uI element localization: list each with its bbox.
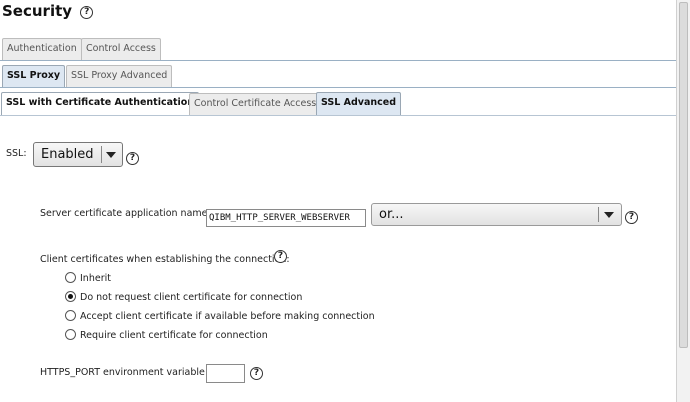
tab-control-certificate-access[interactable]: Control Certificate Access bbox=[189, 93, 322, 115]
https-port-help-icon[interactable]: ? bbox=[250, 367, 263, 380]
vertical-scrollbar[interactable] bbox=[676, 0, 690, 402]
radio-label-do-not-request: Do not request client certificate for co… bbox=[80, 292, 303, 303]
radio-label-inherit: Inherit bbox=[80, 273, 111, 284]
tab-ssl-cert-auth[interactable]: SSL with Certificate Authentication bbox=[1, 92, 200, 116]
tab-label: SSL Proxy bbox=[7, 70, 61, 81]
tab-divider bbox=[0, 115, 676, 116]
tab-ssl-proxy[interactable]: SSL Proxy bbox=[2, 65, 66, 88]
tab-label: SSL Proxy Advanced bbox=[71, 70, 168, 81]
radio-accept-if-available[interactable] bbox=[65, 310, 76, 321]
tab-authentication[interactable]: Authentication bbox=[2, 38, 82, 60]
or-select-value: or... bbox=[379, 207, 404, 222]
scrollbar-thumb[interactable] bbox=[679, 2, 688, 348]
page-title: Security ? bbox=[2, 2, 94, 20]
radio-label-accept-if-available: Accept client certificate if available b… bbox=[80, 311, 375, 322]
server-cert-help-icon[interactable]: ? bbox=[625, 211, 638, 224]
client-certs-label: Client certificates when establishing th… bbox=[40, 254, 290, 265]
ssl-select[interactable]: Enabled bbox=[33, 142, 123, 167]
radio-inherit[interactable] bbox=[65, 272, 76, 283]
client-certs-help-icon[interactable]: ? bbox=[274, 250, 287, 263]
page-title-text: Security bbox=[2, 2, 73, 20]
chevron-down-icon bbox=[106, 152, 116, 158]
tab-label: Control Certificate Access bbox=[194, 98, 317, 109]
radio-require[interactable] bbox=[65, 329, 76, 340]
https-port-label: HTTPS_PORT environment variable: bbox=[40, 367, 209, 378]
https-port-input[interactable] bbox=[206, 364, 245, 383]
ssl-help-icon[interactable]: ? bbox=[126, 152, 139, 165]
select-divider bbox=[598, 207, 599, 222]
tab-ssl-proxy-advanced[interactable]: SSL Proxy Advanced bbox=[66, 65, 173, 87]
tab-divider bbox=[0, 60, 676, 61]
tab-divider bbox=[0, 87, 676, 88]
server-cert-input[interactable] bbox=[206, 209, 366, 227]
help-icon[interactable]: ? bbox=[80, 6, 94, 19]
tab-label: Authentication bbox=[7, 43, 77, 54]
radio-do-not-request[interactable] bbox=[65, 291, 76, 302]
tab-label: Control Access bbox=[86, 43, 156, 54]
tab-ssl-advanced[interactable]: SSL Advanced bbox=[316, 92, 402, 115]
tab-control-access[interactable]: Control Access bbox=[81, 38, 161, 60]
tab-label: SSL Advanced bbox=[321, 97, 397, 108]
select-divider bbox=[101, 146, 102, 163]
server-cert-label: Server certificate application name: bbox=[40, 208, 211, 219]
server-cert-or-select[interactable]: or... bbox=[371, 203, 622, 226]
radio-label-require: Require client certificate for connectio… bbox=[80, 330, 268, 341]
ssl-label: SSL: bbox=[6, 148, 27, 159]
tab-label: SSL with Certificate Authentication bbox=[6, 97, 195, 108]
ssl-select-value: Enabled bbox=[41, 147, 94, 162]
chevron-down-icon bbox=[604, 212, 614, 218]
